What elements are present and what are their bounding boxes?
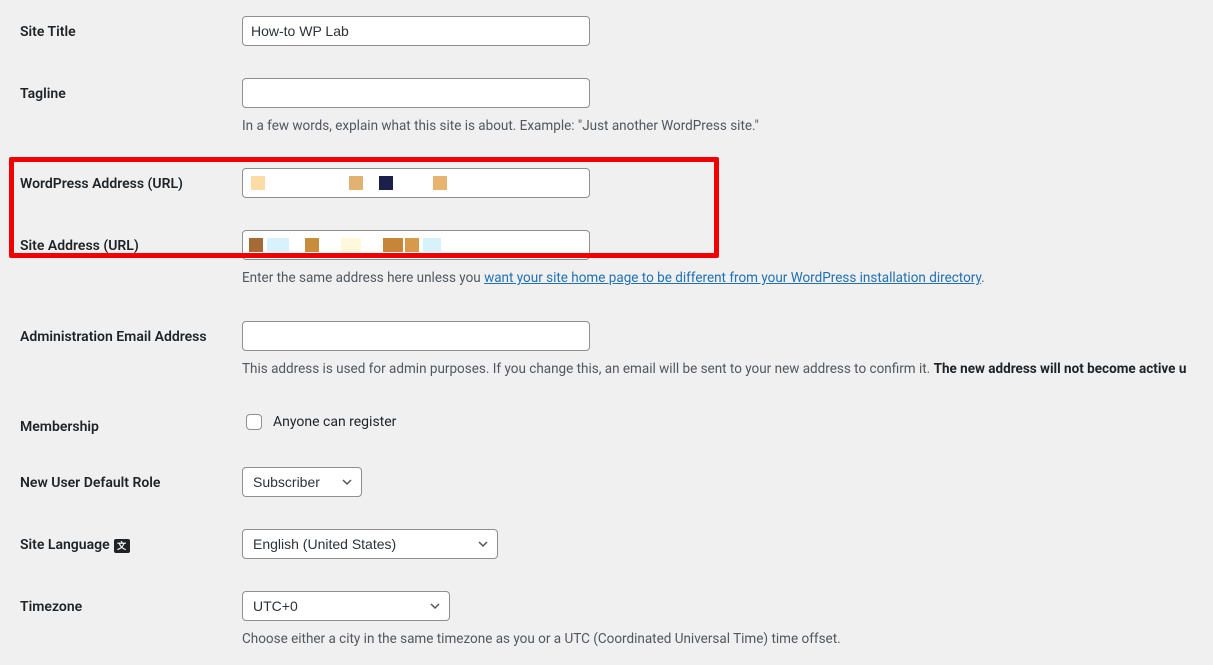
- redacted-swatch: [423, 238, 441, 252]
- admin-email-label: Administration Email Address: [20, 321, 242, 345]
- tagline-help: In a few words, explain what this site i…: [242, 116, 1193, 136]
- site-title-label: Site Title: [20, 16, 242, 40]
- site-language-label: Site Language 文: [20, 529, 242, 553]
- redacted-swatch: [349, 176, 363, 190]
- membership-label: Membership: [20, 411, 242, 435]
- redacted-swatch: [267, 238, 289, 252]
- membership-checkbox-label: Anyone can register: [273, 414, 396, 430]
- site-address-input[interactable]: [242, 230, 590, 260]
- redacted-swatch: [341, 238, 361, 252]
- translate-icon: 文: [114, 539, 130, 553]
- redacted-swatch: [405, 238, 419, 252]
- wordpress-address-label: WordPress Address (URL): [20, 168, 242, 192]
- redacted-swatch: [251, 176, 265, 190]
- admin-email-help: This address is used for admin purposes.…: [242, 359, 1193, 379]
- tagline-input[interactable]: [242, 78, 590, 108]
- default-role-select[interactable]: Subscriber: [242, 467, 362, 497]
- redacted-swatch: [379, 176, 393, 190]
- site-language-select[interactable]: English (United States): [242, 529, 498, 559]
- redacted-swatch: [383, 238, 403, 252]
- admin-email-input[interactable]: [242, 321, 590, 351]
- timezone-select[interactable]: UTC+0: [242, 591, 450, 621]
- redacted-swatch: [433, 176, 447, 190]
- tagline-label: Tagline: [20, 78, 242, 102]
- default-role-label: New User Default Role: [20, 467, 242, 491]
- site-address-help-link[interactable]: want your site home page to be different…: [484, 270, 981, 286]
- wordpress-address-input[interactable]: [242, 168, 590, 198]
- redacted-swatch: [249, 238, 263, 252]
- timezone-label: Timezone: [20, 591, 242, 615]
- redacted-swatch: [305, 238, 319, 252]
- site-address-help: Enter the same address here unless you w…: [242, 268, 1193, 288]
- membership-checkbox-row[interactable]: Anyone can register: [242, 411, 1193, 433]
- site-address-label: Site Address (URL): [20, 230, 242, 254]
- membership-checkbox[interactable]: [246, 414, 262, 430]
- site-title-input[interactable]: [242, 16, 590, 46]
